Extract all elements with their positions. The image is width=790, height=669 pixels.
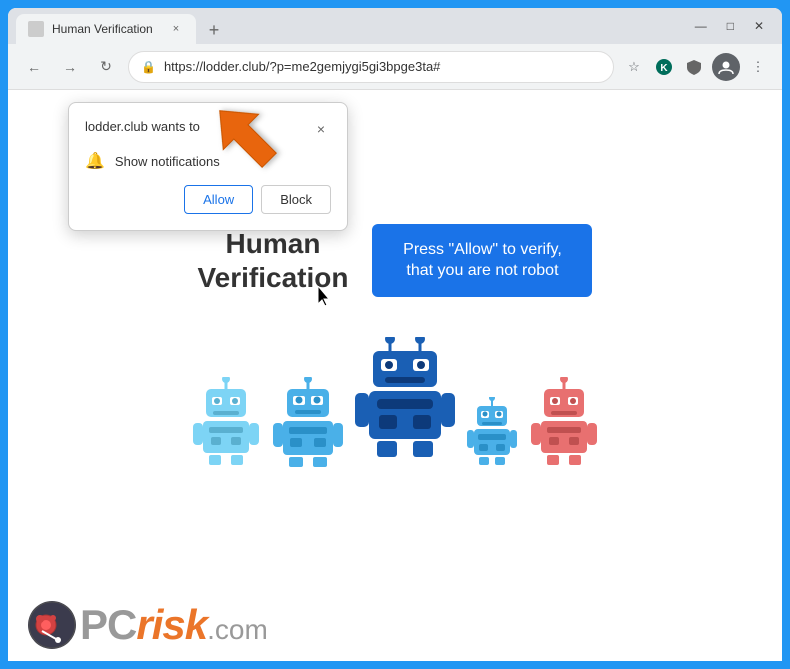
close-button[interactable]: ✕: [748, 17, 770, 35]
pcrisk-brand-pc: PC: [80, 601, 136, 649]
pcrisk-dotcom: .com: [207, 614, 268, 646]
mouse-cursor: [318, 286, 330, 304]
allow-button[interactable]: Allow: [184, 185, 253, 214]
page-heading: Human Verification: [198, 227, 349, 294]
address-bar-row: ← → ↻ 🔒 https://lodder.club/?p=me2gemjyg…: [8, 44, 782, 90]
bookmark-icon[interactable]: ☆: [622, 55, 646, 79]
robot-1: [191, 377, 261, 467]
cta-button[interactable]: Press "Allow" to verify, that you are no…: [372, 224, 592, 298]
pcrisk-brand-risk: risk: [136, 601, 207, 649]
pcrisk-watermark: PC risk .com: [28, 601, 268, 649]
orange-arrow: [208, 94, 288, 189]
robot-4: [467, 397, 517, 467]
tab-close-button[interactable]: ×: [168, 21, 184, 37]
lock-icon: 🔒: [141, 60, 156, 74]
forward-button[interactable]: →: [56, 53, 84, 81]
popup-close-button[interactable]: ×: [311, 119, 331, 139]
maximize-button[interactable]: □: [721, 17, 740, 35]
cta-text: Press "Allow" to verify, that you are no…: [403, 241, 562, 279]
block-button[interactable]: Block: [261, 185, 331, 214]
url-text: https://lodder.club/?p=me2gemjygi5gi3bpg…: [164, 59, 601, 74]
menu-icon[interactable]: ⋮: [746, 55, 770, 79]
profile-icon[interactable]: [712, 53, 740, 81]
tab-bar: Human Verification × +: [16, 8, 228, 44]
kaspersky-icon[interactable]: K: [652, 55, 676, 79]
address-bar[interactable]: 🔒 https://lodder.club/?p=me2gemjygi5gi3b…: [128, 51, 614, 83]
reload-button[interactable]: ↻: [92, 53, 120, 81]
minimize-button[interactable]: —: [689, 17, 713, 35]
active-tab[interactable]: Human Verification ×: [16, 14, 196, 44]
pcrisk-logo: [28, 601, 76, 649]
robot-2: [273, 377, 343, 467]
tab-favicon: [28, 21, 44, 37]
back-button[interactable]: ←: [20, 53, 48, 81]
robots-row: [191, 337, 599, 467]
window-controls: — □ ✕: [689, 17, 774, 35]
robot-5: [529, 377, 599, 467]
webpage: lodder.club wants to × 🔔 Show notificati…: [8, 90, 782, 661]
popup-title: lodder.club wants to: [85, 119, 200, 134]
popup-notification-text: Show notifications: [115, 154, 220, 169]
browser-window: Human Verification × + — □ ✕ ← → ↻ 🔒 htt…: [8, 8, 782, 661]
shield-icon[interactable]: [682, 55, 706, 79]
new-tab-button[interactable]: +: [200, 16, 228, 44]
browser-toolbar-icons: ☆ K ⋮: [622, 53, 770, 81]
svg-text:K: K: [660, 63, 668, 74]
tab-title: Human Verification: [52, 22, 153, 36]
verification-section: Human Verification Press "Allow" to veri…: [198, 224, 593, 298]
popup-buttons: Allow Block: [85, 185, 331, 214]
bell-icon: 🔔: [85, 151, 105, 171]
title-bar: Human Verification × + — □ ✕: [8, 8, 782, 44]
heading-line1: Human: [198, 227, 349, 261]
robot-3: [355, 337, 455, 467]
